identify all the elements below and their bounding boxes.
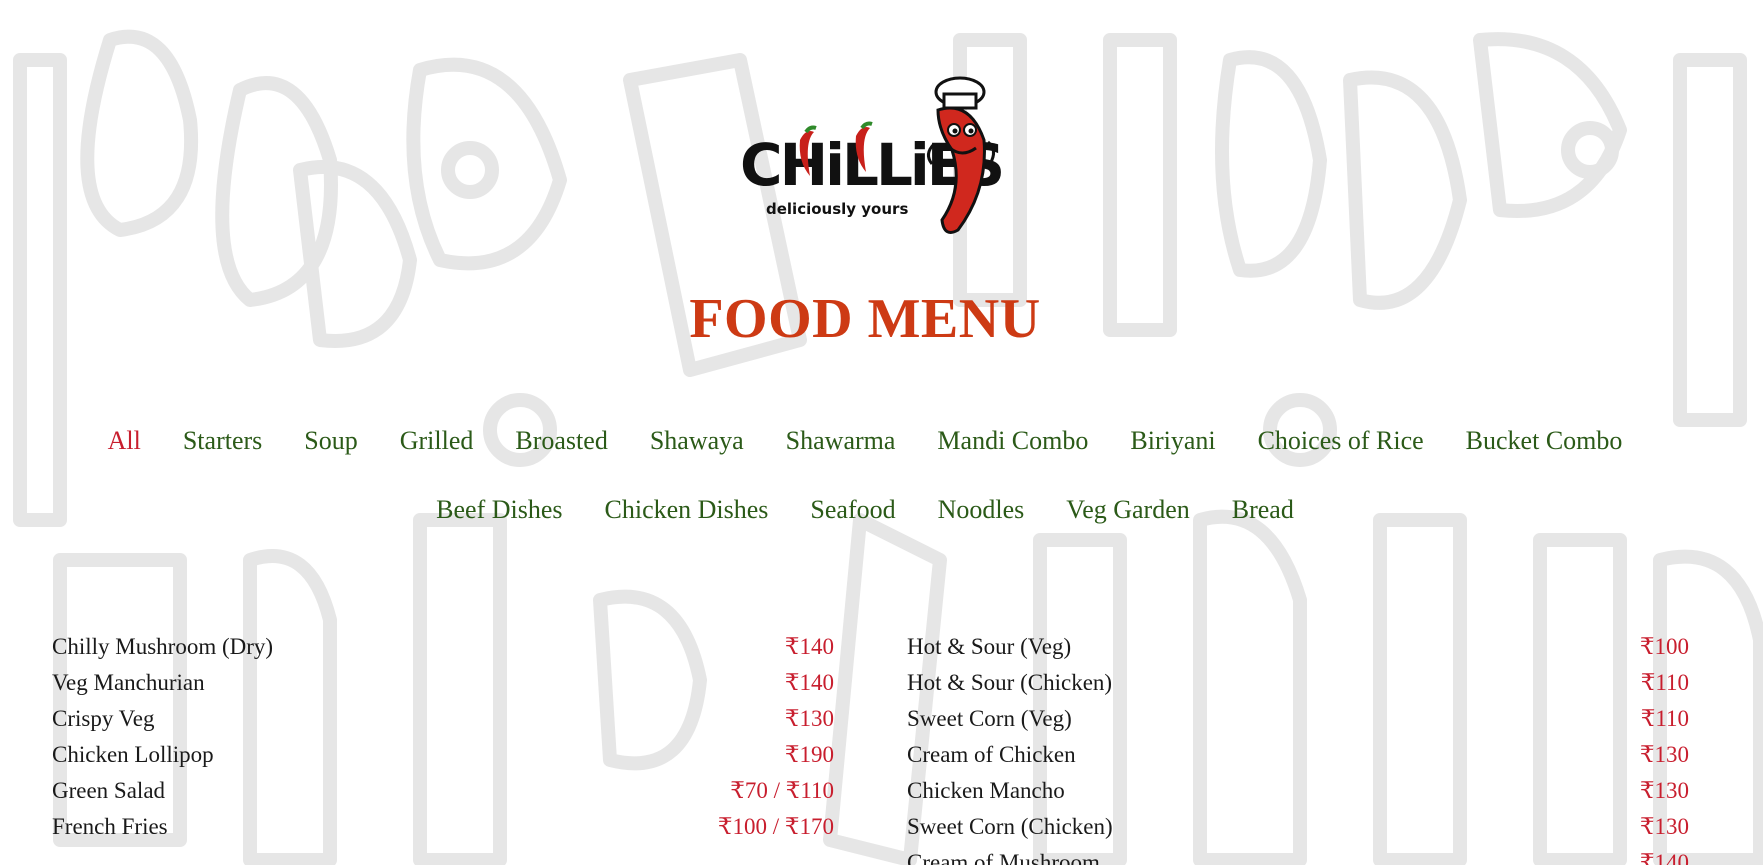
category-tab-biriyani[interactable]: Biriyani <box>1109 426 1236 456</box>
menu-item: Cream of Chicken ₹130 <box>907 742 1689 778</box>
category-tab-all[interactable]: All <box>87 426 162 456</box>
category-tab-beef-dishes[interactable]: Beef Dishes <box>415 495 583 525</box>
category-tab-seafood[interactable]: Seafood <box>789 495 916 525</box>
page-title: FOOD MENU <box>689 288 1041 350</box>
menu-item: Hot & Sour (Chicken) ₹110 <box>907 670 1689 706</box>
menu-item-price: ₹110 <box>1640 670 1689 695</box>
menu-item-price: ₹110 <box>1640 706 1689 731</box>
category-tab-chicken-dishes[interactable]: Chicken Dishes <box>584 495 790 525</box>
category-tab-broasted[interactable]: Broasted <box>494 426 628 456</box>
page: CHiLLiES deliciously yours FOOD MENU All… <box>0 0 1763 865</box>
menu-item-price: ₹140 <box>1639 850 1689 865</box>
menu-item-name: Crispy Veg <box>52 706 155 731</box>
menu-item-name: Green Salad <box>52 778 166 803</box>
menu-item: Crispy Veg ₹130 <box>52 706 834 742</box>
menu-item-name: Sweet Corn (Chicken) <box>907 814 1113 839</box>
category-tab-noodles[interactable]: Noodles <box>917 495 1046 525</box>
menu-item-price: ₹100 <box>1639 634 1689 659</box>
category-nav-row-1: All Starters Soup Grilled Broasted Shawa… <box>0 426 1730 456</box>
menu-item: Hot & Sour (Veg) ₹100 <box>907 634 1689 670</box>
menu-item: Chicken Lollipop ₹190 <box>52 742 834 778</box>
category-tab-veg-garden[interactable]: Veg Garden <box>1045 495 1210 525</box>
logo-tagline: deliciously yours <box>766 200 908 218</box>
category-tab-choices-of-rice[interactable]: Choices of Rice <box>1237 426 1445 456</box>
menu-item-price: ₹130 <box>1639 778 1689 803</box>
menu-item-price: ₹140 <box>784 670 834 695</box>
menu-item: Veg Manchurian ₹140 <box>52 670 834 706</box>
content: CHiLLiES deliciously yours FOOD MENU All… <box>0 0 1763 865</box>
menu-item-name: Cream of Mushroom <box>907 850 1100 865</box>
menu-item-price: ₹130 <box>1639 742 1689 767</box>
menu-item-name: Veg Manchurian <box>52 670 205 695</box>
menu-item: Chicken Mancho ₹130 <box>907 778 1689 814</box>
menu-item-name: Hot & Sour (Chicken) <box>907 670 1113 695</box>
menu-item: Sweet Corn (Veg) ₹110 <box>907 706 1689 742</box>
menu-item-price: ₹100 / ₹170 <box>717 814 834 839</box>
menu-item: Chilly Mushroom (Dry) ₹140 <box>52 634 834 670</box>
menu-item: French Fries ₹100 / ₹170 <box>52 814 834 850</box>
menu-item-name: Sweet Corn (Veg) <box>907 706 1072 731</box>
category-tab-soup[interactable]: Soup <box>283 426 378 456</box>
menu-item: Green Salad ₹70 / ₹110 <box>52 778 834 814</box>
category-tab-grilled[interactable]: Grilled <box>379 426 495 456</box>
menu-list-left: Chilly Mushroom (Dry) ₹140 Veg Manchuria… <box>52 634 834 850</box>
menu-item-name: Hot & Sour (Veg) <box>907 634 1072 659</box>
menu-item-name: French Fries <box>52 814 168 839</box>
menu-item: Sweet Corn (Chicken) ₹130 <box>907 814 1689 850</box>
menu-item-name: Chicken Lollipop <box>52 742 214 767</box>
menu-list-right: Hot & Sour (Veg) ₹100 Hot & Sour (Chicke… <box>907 634 1689 865</box>
category-tab-bucket-combo[interactable]: Bucket Combo <box>1445 426 1644 456</box>
category-tab-starters[interactable]: Starters <box>162 426 283 456</box>
menu-item-name: Chicken Mancho <box>907 778 1065 803</box>
menu-item-name: Chilly Mushroom (Dry) <box>52 634 274 659</box>
menu-item-price: ₹140 <box>784 634 834 659</box>
chillies-logo[interactable]: CHiLLiES deliciously yours <box>738 70 1008 240</box>
menu-item-price: ₹190 <box>784 742 834 767</box>
menu-item-price: ₹70 / ₹110 <box>730 778 834 803</box>
category-tab-mandi-combo[interactable]: Mandi Combo <box>916 426 1109 456</box>
category-tab-shawarma[interactable]: Shawarma <box>765 426 917 456</box>
category-nav-row-2: Beef Dishes Chicken Dishes Seafood Noodl… <box>0 495 1730 525</box>
menu-item-name: Cream of Chicken <box>907 742 1076 767</box>
menu-item-price: ₹130 <box>1639 814 1689 839</box>
menu-item-price: ₹130 <box>784 706 834 731</box>
menu-item: Cream of Mushroom ₹140 <box>907 850 1689 865</box>
category-tab-shawaya[interactable]: Shawaya <box>629 426 765 456</box>
category-tab-bread[interactable]: Bread <box>1211 495 1315 525</box>
